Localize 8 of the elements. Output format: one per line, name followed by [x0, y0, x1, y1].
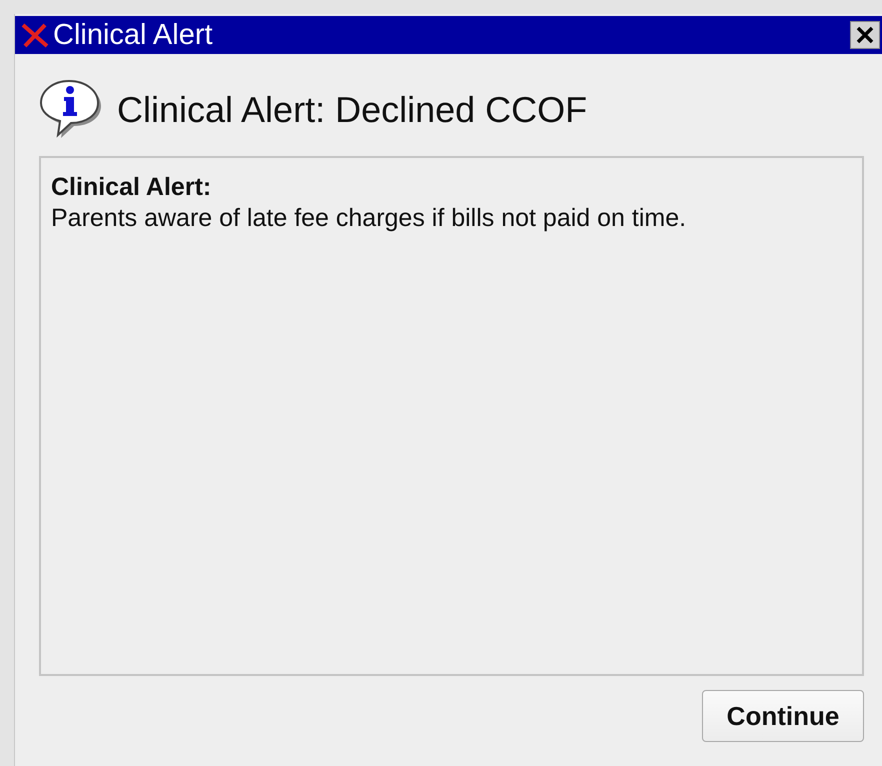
message-label: Clinical Alert:	[51, 172, 212, 203]
window-title: Clinical Alert	[53, 18, 214, 52]
message-text: Parents aware of late fee charges if bills not paid on time.	[51, 204, 686, 232]
alert-heading: Clinical Alert: Declined CCOF	[117, 89, 588, 131]
continue-button[interactable]: Continue	[702, 690, 864, 742]
x-logo-icon	[21, 22, 49, 48]
close-icon	[855, 25, 875, 45]
close-button[interactable]	[850, 21, 880, 49]
